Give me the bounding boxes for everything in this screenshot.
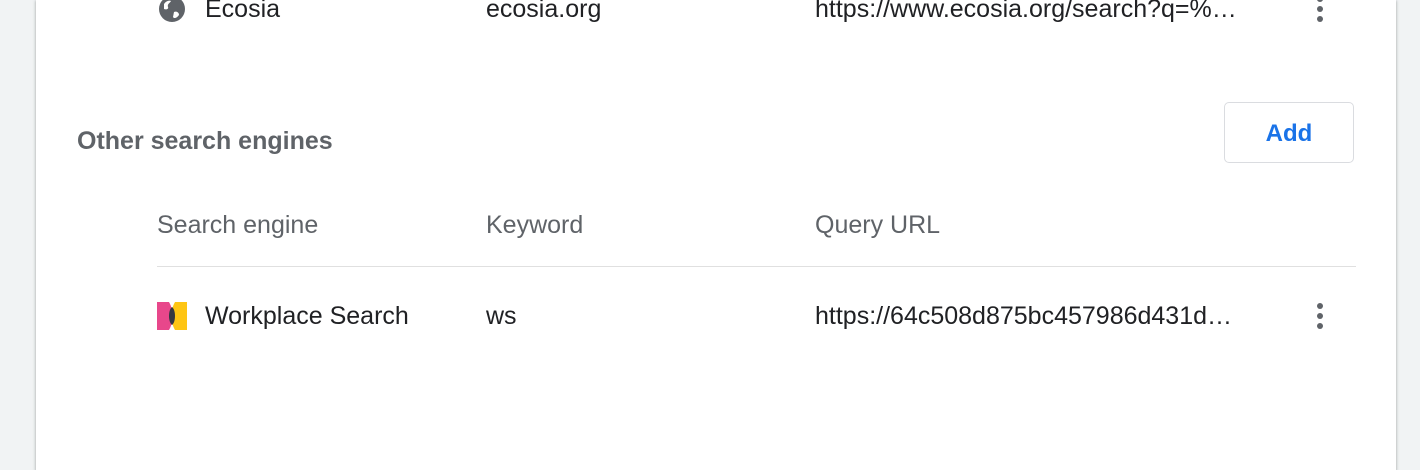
engine-query-url: https://64c508d875bc457986d431d… [815, 302, 1233, 330]
column-header-query-url: Query URL [815, 211, 941, 239]
other-search-engines-title: Other search engines [77, 127, 333, 155]
globe-icon [157, 0, 187, 23]
add-button[interactable]: Add [1224, 102, 1354, 163]
column-header-keyword: Keyword [486, 211, 584, 239]
more-vert-icon-dot [1317, 16, 1323, 22]
header-divider [157, 266, 1356, 267]
engine-keyword: ecosia.org [486, 0, 602, 23]
engine-keyword: ws [486, 302, 517, 330]
more-vert-icon [1317, 303, 1323, 309]
default-engine-row-ecosia: Ecosia ecosia.org https://www.ecosia.org… [157, 0, 1356, 29]
engine-query-url: https://www.ecosia.org/search?q=%… [815, 0, 1237, 23]
more-actions-button[interactable] [1305, 296, 1335, 336]
engine-name: Ecosia [205, 0, 281, 23]
more-vert-icon [1317, 0, 1323, 2]
more-vert-icon-dot [1317, 313, 1323, 319]
search-engines-card: Ecosia ecosia.org https://www.ecosia.org… [36, 0, 1396, 470]
more-actions-button[interactable] [1305, 0, 1335, 29]
more-vert-icon-dot [1317, 323, 1323, 329]
table-row: Workplace Search ws https://64c508d875bc… [157, 296, 1356, 336]
workplace-search-icon [157, 302, 187, 330]
more-vert-icon-dot [1317, 6, 1323, 12]
table-header: Search engine Keyword Query URL [157, 205, 1356, 245]
engine-name: Workplace Search [205, 302, 409, 330]
column-header-search-engine: Search engine [157, 211, 319, 239]
